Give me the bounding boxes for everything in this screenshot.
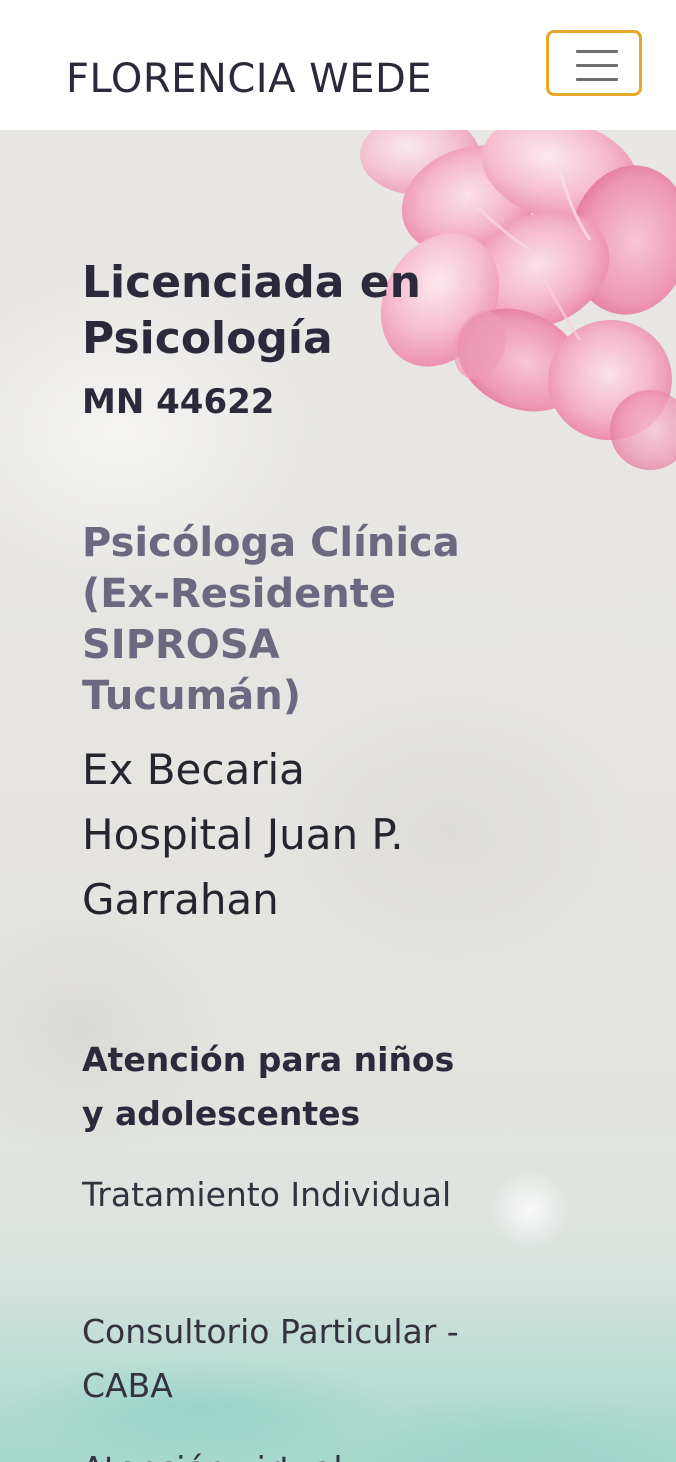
service-item: Tratamiento Individual bbox=[82, 1175, 452, 1214]
service-item: Consultorio Particular - CABA bbox=[82, 1312, 459, 1405]
menu-toggle-button[interactable] bbox=[546, 30, 642, 96]
page-title: Licenciada en Psicología bbox=[82, 257, 421, 364]
clinical-title: Psicóloga Clínica (Ex-Residente SIPROSA … bbox=[82, 520, 460, 719]
navbar: FLORENCIA WEDE bbox=[0, 0, 676, 130]
hamburger-menu-icon bbox=[576, 50, 618, 53]
page: FLORENCIA WEDE Licenciada en Psicología … bbox=[0, 0, 676, 1462]
hero-bokeh-light bbox=[490, 1170, 570, 1250]
hamburger-menu-icon-middle bbox=[576, 64, 618, 67]
fellowship-text: Ex Becaria Hospital Juan P. Garrahan bbox=[82, 745, 404, 924]
hamburger-menu-icon-bottom bbox=[576, 78, 618, 81]
service-item: Atención virtual bbox=[82, 1442, 462, 1462]
license-number: MN 44622 bbox=[82, 382, 275, 422]
brand-name[interactable]: FLORENCIA WEDE bbox=[66, 56, 432, 102]
services-heading: Atención para niños y adolescentes bbox=[82, 1040, 455, 1133]
